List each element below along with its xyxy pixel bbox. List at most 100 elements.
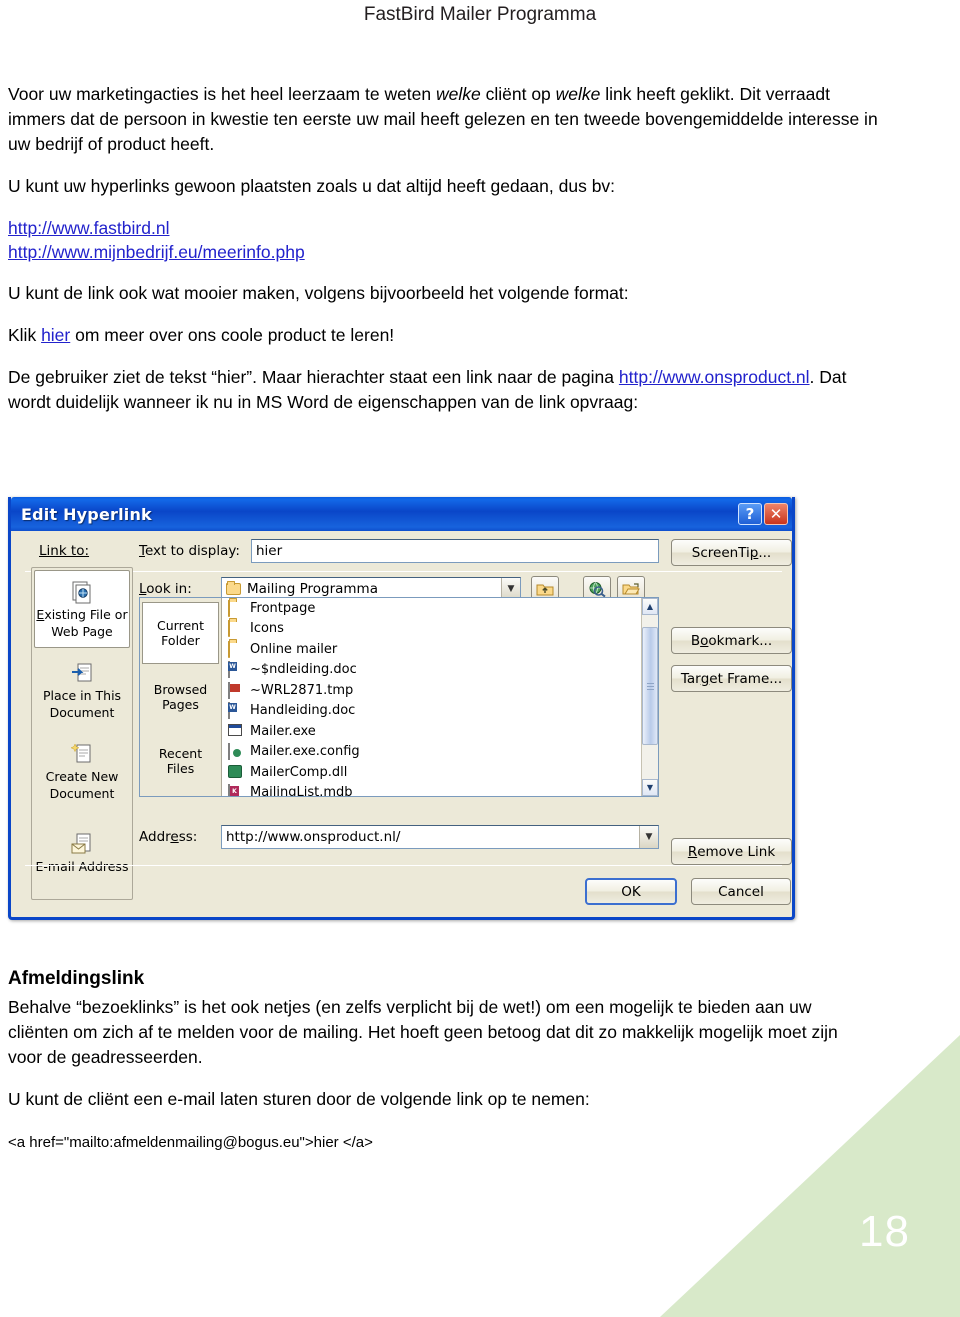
dll-icon xyxy=(228,764,243,780)
look-in-label: Look in: xyxy=(139,581,192,597)
emphasis-welke-1: welke xyxy=(436,84,481,104)
email-address-icon xyxy=(69,831,95,857)
file-name: ~$ndleiding.doc xyxy=(250,662,357,678)
scroll-down-icon[interactable]: ▼ xyxy=(642,779,658,796)
rail-item-email-address[interactable]: E-mail Address xyxy=(35,813,129,891)
file-list-item[interactable]: W ~$ndleiding.doc xyxy=(222,660,641,681)
edit-hyperlink-dialog[interactable]: Edit Hyperlink ? ✕ Link to: Text to disp… xyxy=(8,497,795,920)
category-2-l1: Recent xyxy=(158,746,203,761)
file-list-item[interactable]: MailerComp.dll xyxy=(222,762,641,783)
file-name: ~WRL2871.tmp xyxy=(250,682,354,698)
category-2-l2: Files xyxy=(166,761,195,776)
close-icon[interactable]: ✕ xyxy=(764,503,788,525)
create-new-document-icon xyxy=(69,741,95,767)
mdb-icon: K xyxy=(228,784,243,796)
document-body: Voor uw marketingacties is het heel leer… xyxy=(8,82,878,432)
link-to-rail: Existing File or Web Page Place in This … xyxy=(31,567,133,900)
afmeldingslink-paragraph-2: U kunt de cliënt een e-mail laten sturen… xyxy=(8,1089,590,1109)
category-browsed-pages[interactable]: Browsed Pages xyxy=(142,666,219,728)
paragraph-gebruiker: De gebruiker ziet de tekst “hier”. Maar … xyxy=(8,365,878,415)
file-list-item[interactable]: K MailingList.mdb xyxy=(222,783,641,796)
address-combo[interactable]: http://www.onsproduct.nl/ ▼ xyxy=(221,825,659,849)
file-list-item[interactable]: Frontpage xyxy=(222,598,641,619)
config-icon xyxy=(228,743,243,761)
scrollbar-thumb[interactable] xyxy=(642,627,658,745)
category-1-l2: Pages xyxy=(162,697,199,712)
paragraph-intro-part1: Voor uw marketingacties is het heel leer… xyxy=(8,84,436,104)
dialog-titlebar-buttons: ? ✕ xyxy=(738,503,788,525)
ok-button[interactable]: OK xyxy=(585,878,677,905)
scrollbar-grip-icon xyxy=(646,682,654,690)
divider-bottom xyxy=(25,865,782,866)
tmp-icon xyxy=(228,681,243,699)
file-list[interactable]: Frontpage Icons Online mailer W ~$ndleiding.… xyxy=(222,598,641,796)
file-list-item[interactable]: ~WRL2871.tmp xyxy=(222,680,641,701)
mailto-code-snippet: <a href="mailto:afmeldenmailing@bogus.eu… xyxy=(8,1134,373,1151)
rail-label-line1: Existing File or xyxy=(36,607,128,622)
file-browser-panel[interactable]: Current Folder Browsed Pages Recent File… xyxy=(139,597,659,797)
page-number: 18 xyxy=(859,1207,910,1256)
dialog-title: Edit Hyperlink xyxy=(21,504,152,524)
rail-item-existing-file-or-web-page[interactable]: Existing File or Web Page xyxy=(34,570,130,648)
category-1-l1: Browsed xyxy=(153,682,208,697)
file-name: Mailer.exe xyxy=(250,723,316,739)
scrollbar-track[interactable] xyxy=(642,615,658,779)
klik-suffix: om meer over ons coole product te leren! xyxy=(70,325,395,345)
afmeldingslink-heading: Afmeldingslink xyxy=(8,968,145,989)
link-hier[interactable]: hier xyxy=(41,325,70,345)
file-name: Handleiding.doc xyxy=(250,703,356,719)
divider-top xyxy=(25,571,782,572)
screentip-button[interactable]: ScreenTi p... xyxy=(671,539,792,566)
file-list-item[interactable]: W Handleiding.doc xyxy=(222,701,641,722)
scroll-up-icon[interactable]: ▲ xyxy=(642,598,658,615)
file-list-item[interactable]: Icons xyxy=(222,619,641,640)
link-mijnbedrijf[interactable]: http://www.mijnbedrijf.eu/meerinfo.php xyxy=(8,240,878,264)
help-button[interactable]: ? xyxy=(738,503,762,525)
example-links: http://www.fastbird.nl http://www.mijnbe… xyxy=(8,216,878,264)
target-frame-button[interactable]: Tar g et Frame... xyxy=(671,665,792,692)
rail-item-create-new-document[interactable]: Create New Document xyxy=(35,732,129,810)
category-recent-files[interactable]: Recent Files xyxy=(142,730,219,792)
address-value: http://www.onsproduct.nl/ xyxy=(226,829,401,845)
exe-icon xyxy=(228,723,243,739)
rail-0-l2: Web Page xyxy=(51,624,113,639)
word-icon: W xyxy=(228,702,243,720)
link-fastbird[interactable]: http://www.fastbird.nl xyxy=(8,216,878,240)
file-name: Icons xyxy=(250,621,284,637)
file-list-item[interactable]: Mailer.exe xyxy=(222,721,641,742)
bookmark-button[interactable]: Bo okmark... xyxy=(671,627,792,654)
category-0-l1: Current xyxy=(157,618,204,633)
dialog-body: Link to: Text to display: hier ScreenTi p… xyxy=(11,531,792,920)
document-footer-section: Afmeldingslink Behalve “bezoeklinks” is … xyxy=(8,968,868,1151)
gebruiker-part1: De gebruiker ziet de tekst “hier”. Maar … xyxy=(8,367,619,387)
link-onsproduct[interactable]: http://www.onsproduct.nl xyxy=(619,367,810,387)
category-column: Current Folder Browsed Pages Recent File… xyxy=(140,598,222,796)
paragraph-hyperlinks: U kunt uw hyperlinks gewoon plaatsten zo… xyxy=(8,176,616,196)
look-in-value: Mailing Programma xyxy=(247,581,378,597)
place-in-document-icon xyxy=(69,660,95,686)
file-list-item[interactable]: Online mailer xyxy=(222,639,641,660)
file-list-scrollbar[interactable]: ▲ ▼ xyxy=(641,598,658,796)
category-current-folder[interactable]: Current Folder xyxy=(142,602,219,664)
rail-1-l1: Place in This xyxy=(42,688,122,703)
dialog-titlebar[interactable]: Edit Hyperlink ? ✕ xyxy=(11,497,792,531)
text-to-display-value: hier xyxy=(256,543,283,559)
address-chevron-down-icon[interactable]: ▼ xyxy=(639,826,658,848)
klik-prefix: Klik xyxy=(8,325,42,345)
rail-3-l1: E-mail Address xyxy=(35,858,129,874)
folder-icon xyxy=(228,620,243,638)
text-to-display-label: Text to display: xyxy=(139,543,240,559)
paragraph-format: U kunt de link ook wat mooier maken, vol… xyxy=(8,283,629,303)
rail-1-l2: Document xyxy=(49,705,115,720)
file-list-item[interactable]: Mailer.exe.config xyxy=(222,742,641,763)
link-to-label-text: Link to: xyxy=(39,543,90,559)
folder-icon xyxy=(226,581,241,595)
link-to-label: Link to: xyxy=(39,543,89,559)
file-name: Frontpage xyxy=(250,600,316,616)
document-header-title: FastBird Mailer Programma xyxy=(363,4,597,25)
address-label: Address: xyxy=(139,829,198,845)
cancel-button[interactable]: Cancel xyxy=(691,878,791,905)
remove-link-button[interactable]: Remove Link xyxy=(671,838,792,865)
text-to-display-input[interactable]: hier xyxy=(251,539,659,563)
rail-item-place-in-this-document[interactable]: Place in This Document xyxy=(35,651,129,729)
